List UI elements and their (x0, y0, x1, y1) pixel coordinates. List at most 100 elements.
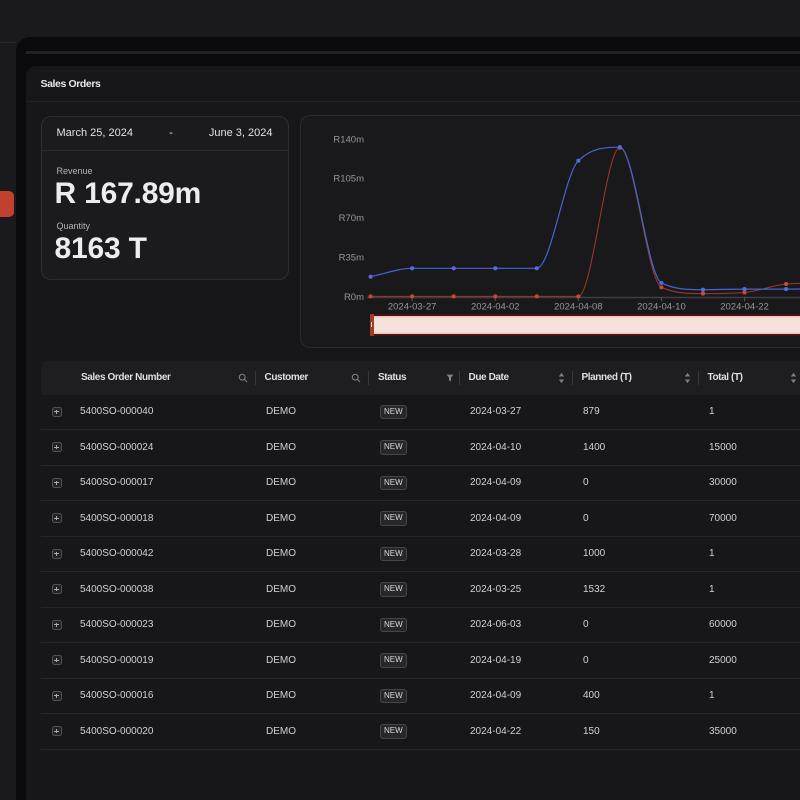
summary-card: March 25, 2024 - June 3, 2024 Revenue R … (41, 116, 289, 280)
sorter-icon[interactable] (790, 372, 797, 383)
column-header-total[interactable]: Total (T) (699, 361, 800, 395)
point-revenue-blue[interactable] (410, 266, 414, 270)
status-badge: NEW (380, 618, 408, 633)
table-row[interactable]: 5400SO-000019DEMONEW2024-04-19025000 (41, 643, 800, 679)
point-revenue-red[interactable] (701, 292, 705, 296)
point-revenue-red[interactable] (784, 282, 788, 286)
expand-row-button[interactable] (52, 407, 62, 417)
point-revenue-red[interactable] (452, 294, 456, 298)
point-revenue-blue[interactable] (659, 281, 663, 285)
brush-left-handle[interactable] (370, 314, 374, 336)
sorter-icon[interactable] (558, 372, 565, 383)
point-revenue-blue[interactable] (742, 287, 746, 291)
expand-row-button[interactable] (52, 513, 62, 523)
point-revenue-blue[interactable] (576, 159, 580, 163)
table-row[interactable]: 5400SO-000042DEMONEW2024-03-2810001 (41, 537, 800, 573)
expand-row-button[interactable] (52, 655, 62, 665)
table-row[interactable]: 5400SO-000040DEMONEW2024-03-278791 (41, 395, 800, 431)
cell-so: 5400SO-000042 (72, 548, 256, 559)
cell-status: NEW (369, 476, 460, 491)
date-end[interactable]: June 3, 2024 (209, 127, 273, 139)
point-revenue-blue[interactable] (535, 266, 539, 270)
point-revenue-red[interactable] (535, 294, 539, 298)
column-label: Status (378, 372, 406, 383)
sorter-trigger[interactable] (684, 372, 691, 383)
search-icon[interactable] (238, 373, 248, 383)
search-icon[interactable] (351, 373, 361, 383)
cell-expand (41, 513, 73, 523)
column-header-planned[interactable]: Planned (T) (573, 361, 699, 395)
date-start[interactable]: March 25, 2024 (57, 127, 133, 139)
cell-customer: DEMO (256, 690, 370, 701)
cell-total: 60000 (699, 619, 800, 630)
expand-row-button[interactable] (52, 691, 62, 701)
side-red-button[interactable] (0, 191, 14, 217)
cell-so: 5400SO-000038 (72, 584, 256, 595)
point-revenue-red[interactable] (410, 294, 414, 298)
point-revenue-red[interactable] (659, 285, 663, 289)
sales-orders-panel: Sales Orders March 25, 2024 - June 3, 20… (26, 66, 800, 800)
sorter-trigger[interactable] (558, 372, 565, 383)
cell-expand (41, 442, 73, 452)
cell-planned: 0 (573, 619, 699, 630)
table-row[interactable]: 5400SO-000017DEMONEW2024-04-09030000 (41, 466, 800, 502)
series-revenue-red (371, 148, 800, 297)
cell-customer: DEMO (256, 619, 370, 630)
cell-expand (41, 549, 73, 559)
table-row[interactable]: 5400SO-000018DEMONEW2024-04-09070000 (41, 501, 800, 537)
expand-row-button[interactable] (52, 478, 62, 488)
column-header-so[interactable]: Sales Order Number (72, 361, 256, 395)
point-revenue-blue[interactable] (701, 288, 705, 292)
cell-customer: DEMO (256, 406, 370, 417)
quantity-value: 8163 T (55, 232, 147, 266)
cell-customer: DEMO (256, 442, 370, 453)
point-revenue-blue[interactable] (784, 287, 788, 291)
point-revenue-blue[interactable] (369, 275, 373, 279)
cell-due: 2024-06-03 (460, 619, 573, 630)
cell-planned: 400 (573, 690, 699, 701)
expand-row-button[interactable] (52, 442, 62, 452)
point-revenue-blue[interactable] (618, 145, 622, 149)
cell-due: 2024-04-10 (460, 442, 573, 453)
column-header-due[interactable]: Due Date (460, 361, 573, 395)
table-row[interactable]: 5400SO-000038DEMONEW2024-03-2515321 (41, 572, 800, 608)
sorter-icon[interactable] (684, 372, 691, 383)
expand-row-button[interactable] (52, 620, 62, 630)
cell-planned: 0 (573, 513, 699, 524)
status-badge: NEW (380, 440, 408, 455)
point-revenue-red[interactable] (369, 294, 373, 298)
filter-trigger[interactable] (446, 374, 454, 382)
status-badge: NEW (380, 405, 408, 420)
cell-customer: DEMO (256, 548, 370, 559)
expand-row-button[interactable] (52, 726, 62, 736)
cell-planned: 0 (573, 477, 699, 488)
table-row[interactable]: 5400SO-000024DEMONEW2024-04-10140015000 (41, 430, 800, 466)
cell-due: 2024-04-09 (460, 477, 573, 488)
column-header-customer[interactable]: Customer (256, 361, 370, 395)
filter-icon[interactable] (446, 374, 454, 382)
point-revenue-red[interactable] (493, 294, 497, 298)
expand-row-button[interactable] (52, 549, 62, 559)
point-revenue-red[interactable] (576, 294, 580, 298)
svg-text:2024-04-08: 2024-04-08 (554, 302, 603, 313)
cell-due: 2024-04-09 (460, 690, 573, 701)
cell-planned: 1532 (573, 584, 699, 595)
table-row[interactable]: 5400SO-000023DEMONEW2024-06-03060000 (41, 608, 800, 644)
cell-status: NEW (369, 547, 460, 562)
date-range-picker[interactable]: March 25, 2024 - June 3, 2024 (42, 117, 288, 151)
status-badge: NEW (380, 547, 408, 562)
column-header-status[interactable]: Status (369, 361, 460, 395)
point-revenue-blue[interactable] (452, 266, 456, 270)
table-row[interactable]: 5400SO-000016DEMONEW2024-04-094001 (41, 679, 800, 715)
table-row[interactable]: 5400SO-000020DEMONEW2024-04-2215035000 (41, 714, 800, 750)
cell-total: 1 (699, 690, 800, 701)
sorter-trigger[interactable] (790, 372, 797, 383)
chart-brush[interactable] (370, 314, 800, 336)
search-trigger[interactable] (238, 373, 248, 383)
svg-text:2024-04-22: 2024-04-22 (720, 302, 769, 313)
expand-row-button[interactable] (52, 584, 62, 594)
search-trigger[interactable] (351, 373, 361, 383)
cell-total: 35000 (699, 726, 800, 737)
status-badge: NEW (380, 653, 408, 668)
point-revenue-blue[interactable] (493, 266, 497, 270)
